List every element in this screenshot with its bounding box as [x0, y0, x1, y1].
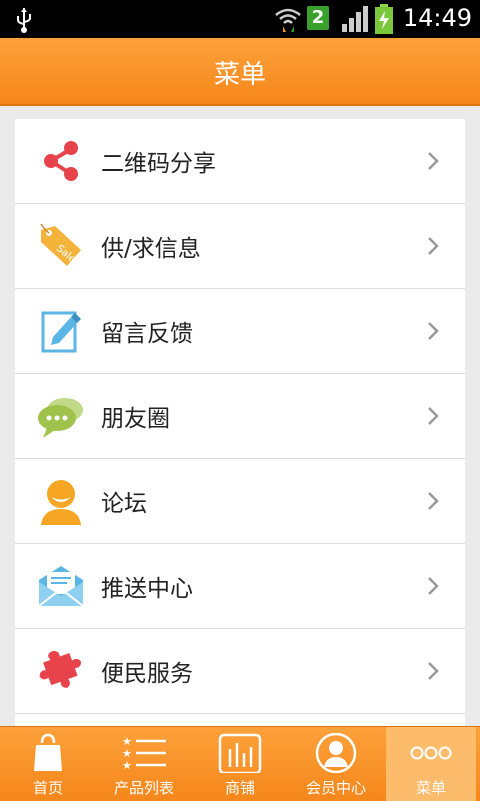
menu-item-label: 推送中心 [101, 576, 193, 602]
menu-item-forum[interactable]: 论坛 [15, 459, 465, 544]
tab-product-list[interactable]: ★ ★ ★ 产品列表 [96, 727, 192, 801]
menu-item-qrcode-share[interactable]: 二维码分享 [15, 119, 465, 204]
chevron-right-icon [428, 407, 439, 425]
tab-home[interactable]: 首页 [0, 727, 96, 801]
tab-label: 商铺 [224, 779, 255, 797]
chevron-right-icon [428, 662, 439, 680]
user-avatar-icon [41, 480, 81, 525]
status-bar: 2 14:49 [0, 0, 480, 38]
sale-tag-icon: Sale [40, 223, 81, 266]
menu-item-feedback[interactable]: 留言反馈 [15, 289, 465, 374]
sim-indicator: 2 [307, 6, 329, 30]
tab-label: 产品列表 [113, 779, 174, 797]
header-bar: 菜单 [0, 38, 480, 106]
menu-item-label: 论坛 [101, 491, 147, 517]
menu-item-moments[interactable]: 朋友圈 [15, 374, 465, 459]
menu-item-label: 便民服务 [101, 661, 193, 687]
chevron-right-icon [428, 152, 439, 170]
edit-note-icon [41, 311, 81, 353]
tab-label: 菜单 [415, 779, 446, 797]
share-icon [44, 141, 78, 181]
member-icon [315, 733, 357, 773]
chevron-right-icon [428, 237, 439, 255]
clock: 14:49 [402, 4, 472, 32]
chevron-right-icon [428, 577, 439, 595]
menu-item-convenience-services[interactable]: 便民服务 [15, 629, 465, 714]
menu-list: 二维码分享 Sale 供/求信息 留言反馈 朋友圈 论坛 推送中心 便民服务 [15, 119, 465, 729]
puzzle-icon [39, 650, 81, 688]
chevron-right-icon [428, 322, 439, 340]
tab-label: 会员中心 [305, 779, 366, 797]
list-icon: ★ ★ ★ [122, 735, 166, 772]
tab-store[interactable]: 商铺 [192, 727, 288, 801]
battery-icon [375, 4, 393, 34]
page-title: 菜单 [213, 60, 266, 90]
more-icon [410, 746, 452, 760]
tab-menu[interactable]: 菜单 [386, 727, 476, 801]
chat-bubbles-icon [38, 398, 83, 438]
bottom-tab-bar: 首页 ★ ★ ★ 产品列表 商铺 会员中心 菜单 [0, 726, 480, 801]
signal-icon [342, 6, 368, 32]
usb-icon [17, 8, 31, 33]
chevron-right-icon [428, 492, 439, 510]
svg-text:★: ★ [122, 759, 132, 772]
store-chart-icon [218, 733, 262, 773]
menu-item-label: 供/求信息 [101, 236, 201, 262]
menu-item-push-center[interactable]: 推送中心 [15, 544, 465, 629]
menu-item-label: 朋友圈 [101, 406, 170, 432]
tab-member-center[interactable]: 会员中心 [288, 727, 384, 801]
shopping-bag-icon [34, 733, 62, 771]
mail-icon [38, 566, 84, 607]
menu-item-label: 留言反馈 [101, 321, 193, 347]
menu-item-label: 二维码分享 [101, 151, 216, 177]
tab-label: 首页 [32, 779, 63, 797]
menu-item-supply-demand[interactable]: Sale 供/求信息 [15, 204, 465, 289]
wifi-icon [275, 8, 301, 32]
